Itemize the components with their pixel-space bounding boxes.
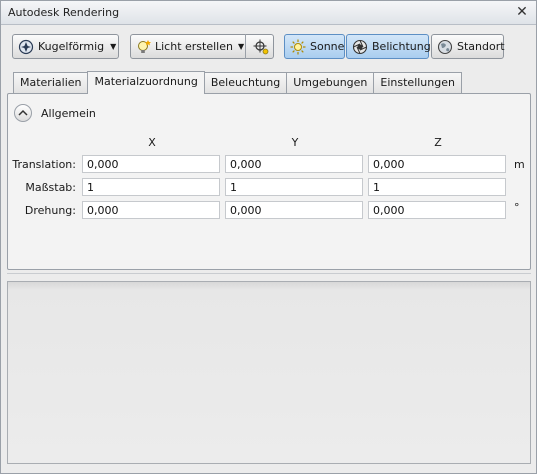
crosshair-light-icon xyxy=(253,39,269,55)
rotation-z-field[interactable] xyxy=(368,201,506,219)
toolbar: Kugelförmig ▼ Licht erstellen ▼ Sonne Be… xyxy=(1,26,536,68)
rotation-x-field[interactable] xyxy=(82,201,220,219)
material-mapping-panel: Allgemein X Y Z Translation: m Maßstab: … xyxy=(7,93,531,270)
create-light-split-button: Licht erstellen ▼ xyxy=(130,34,274,59)
exposure-toggle-button[interactable]: Belichtung xyxy=(346,34,431,59)
tab-bar: Materialien Materialzuordnung Beleuchtun… xyxy=(13,71,462,94)
translation-z-field[interactable] xyxy=(368,155,506,173)
location-label: Standort xyxy=(457,40,505,53)
tab-materialzuordnung[interactable]: Materialzuordnung xyxy=(87,71,205,94)
rotation-unit: ° xyxy=(514,201,520,214)
row-label-translation: Translation: xyxy=(12,158,76,171)
tab-beleuchtung[interactable]: Beleuchtung xyxy=(203,72,288,93)
scale-y-field[interactable] xyxy=(225,178,363,196)
rotation-y-field[interactable] xyxy=(225,201,363,219)
column-header-z: Z xyxy=(434,136,442,149)
column-header-x: X xyxy=(148,136,156,149)
light-placement-button[interactable] xyxy=(248,39,273,55)
chevron-down-icon: ▼ xyxy=(237,42,245,51)
section-header-allgemein: Allgemein xyxy=(14,104,96,122)
close-icon[interactable]: ✕ xyxy=(514,4,530,20)
panel-divider xyxy=(7,273,531,274)
empty-lower-panel xyxy=(7,281,531,464)
location-button[interactable]: Standort xyxy=(431,34,505,59)
split-divider xyxy=(245,34,246,59)
mapping-type-dropdown[interactable]: Kugelförmig ▼ xyxy=(12,34,119,59)
tab-umgebungen[interactable]: Umgebungen xyxy=(286,72,375,93)
row-label-scale: Maßstab: xyxy=(25,181,76,194)
create-light-label: Licht erstellen xyxy=(155,40,233,53)
light-bulb-icon xyxy=(136,39,152,55)
exposure-icon xyxy=(352,39,368,55)
globe-icon xyxy=(437,39,453,55)
scale-x-field[interactable] xyxy=(82,178,220,196)
section-title: Allgemein xyxy=(41,106,96,120)
column-header-y: Y xyxy=(291,136,299,149)
translation-unit: m xyxy=(514,158,525,171)
sun-icon xyxy=(290,39,306,55)
translation-y-field[interactable] xyxy=(225,155,363,173)
create-light-button[interactable]: Licht erstellen ▼ xyxy=(136,39,244,55)
sun-label: Sonne xyxy=(310,40,345,53)
sun-toggle-button[interactable]: Sonne xyxy=(284,34,345,59)
rendering-window: Autodesk Rendering ✕ Kugelförmig ▼ Licht… xyxy=(0,0,537,474)
translation-x-field[interactable] xyxy=(82,155,220,173)
chevron-down-icon: ▼ xyxy=(110,42,117,51)
chevron-up-icon[interactable] xyxy=(14,104,32,122)
sphere-map-icon xyxy=(18,39,34,55)
tab-materialien[interactable]: Materialien xyxy=(13,72,89,93)
scale-z-field[interactable] xyxy=(368,178,506,196)
mapping-type-label: Kugelförmig xyxy=(38,40,105,53)
window-title: Autodesk Rendering xyxy=(8,6,120,19)
row-label-rotation: Drehung: xyxy=(24,204,76,217)
tab-einstellungen[interactable]: Einstellungen xyxy=(373,72,462,93)
exposure-label: Belichtung xyxy=(372,40,431,53)
title-bar[interactable]: Autodesk Rendering ✕ xyxy=(1,1,536,25)
